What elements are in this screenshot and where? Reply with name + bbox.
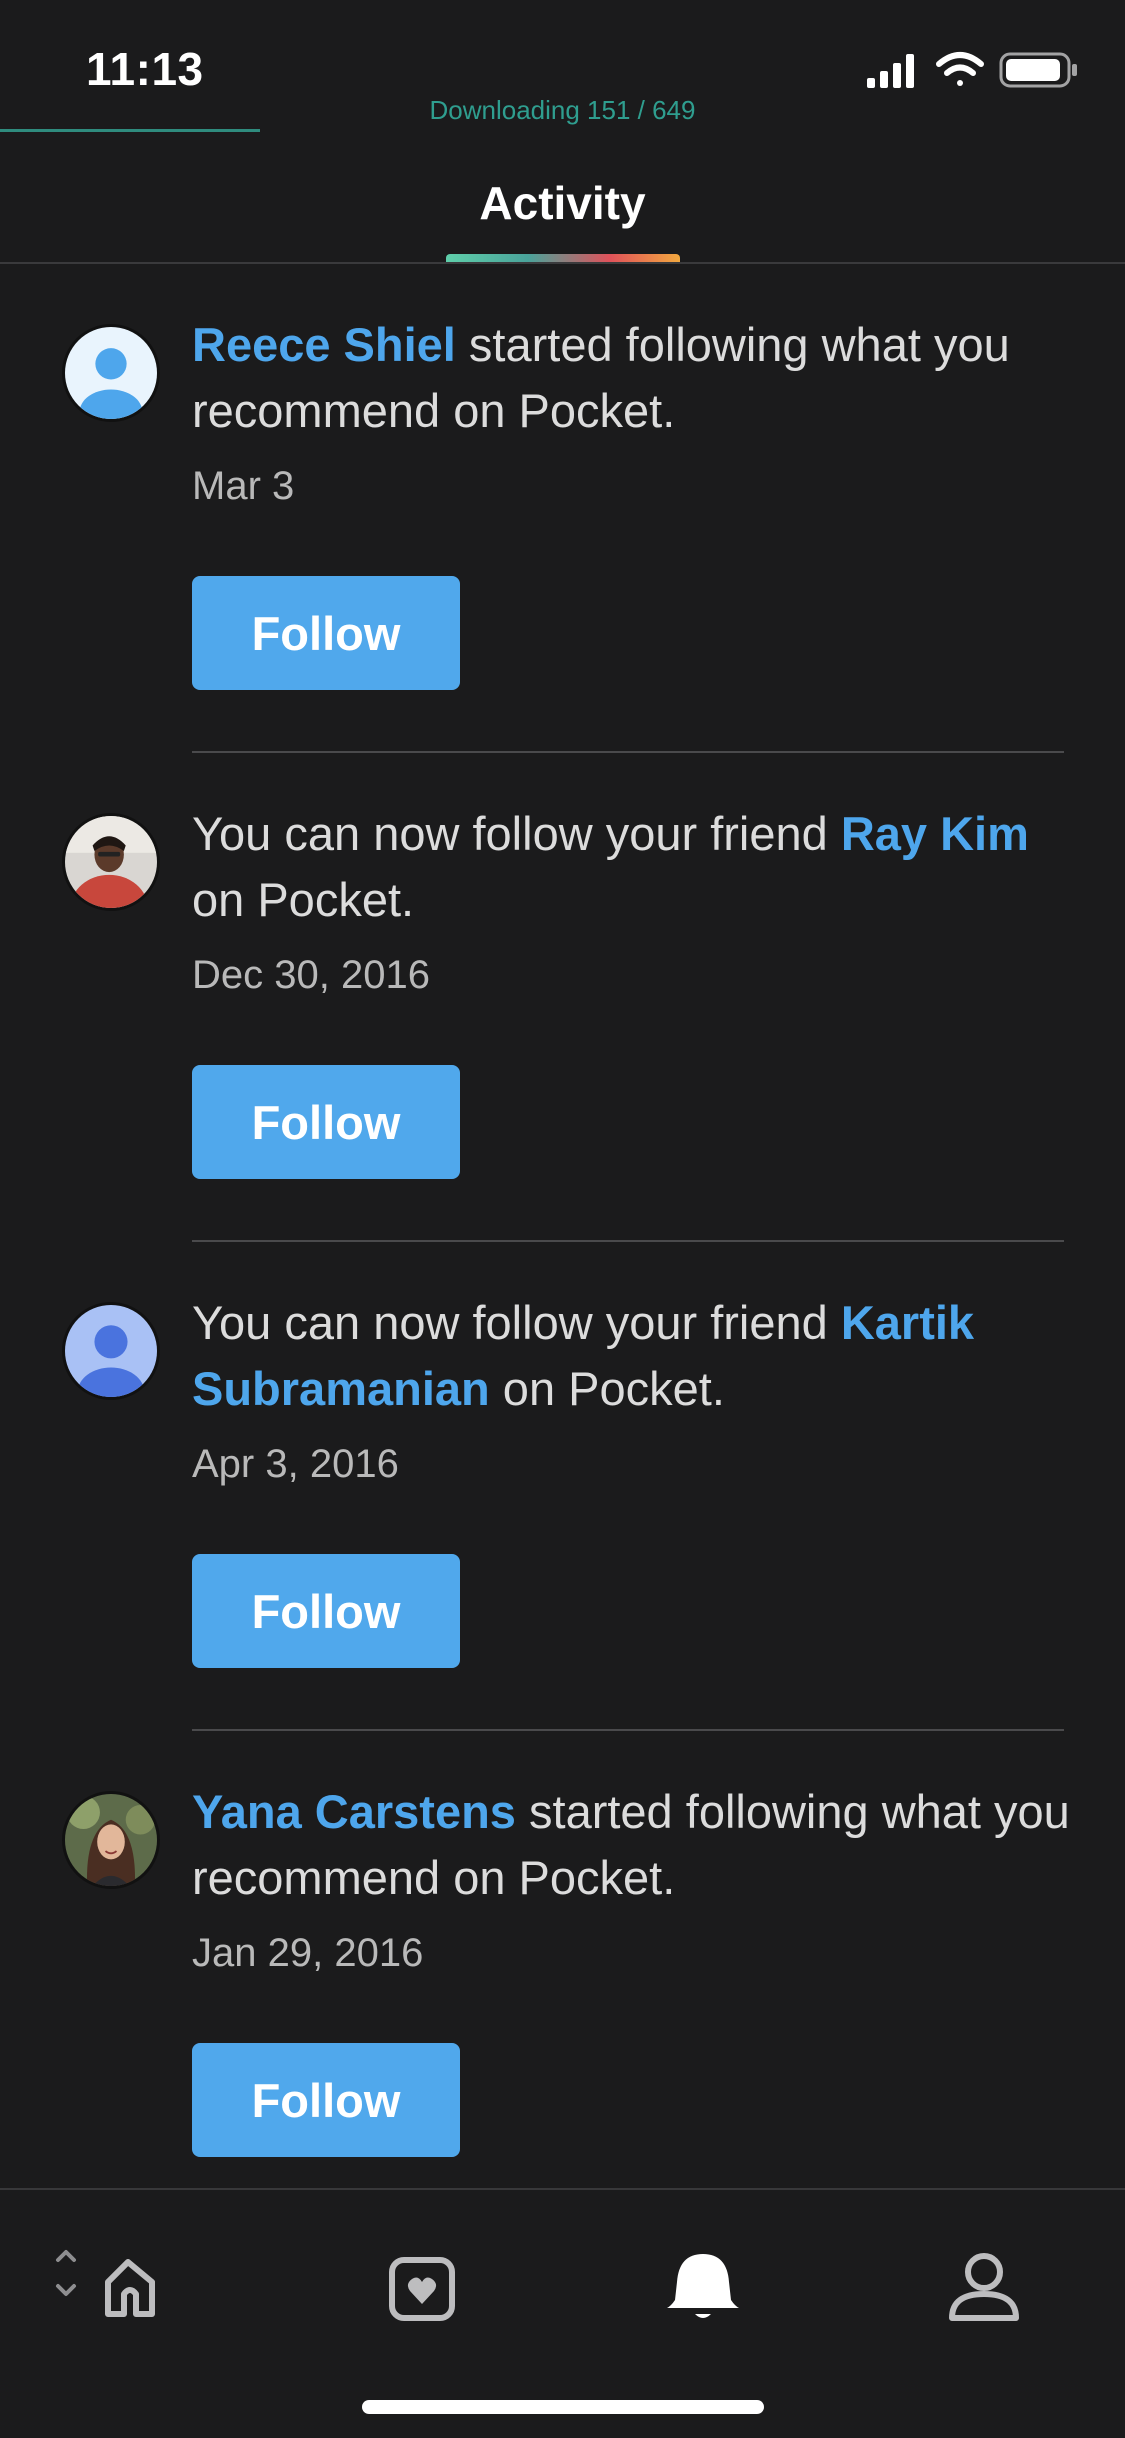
nav-home[interactable] — [50, 2224, 190, 2334]
activity-suffix: on Pocket. — [192, 873, 415, 926]
user-name-link[interactable]: Reece Shiel — [192, 318, 456, 371]
battery-icon — [999, 52, 1077, 88]
status-time: 11:13 — [86, 43, 204, 95]
tab-active-indicator — [446, 254, 680, 262]
activity-suffix: on Pocket. — [489, 1362, 725, 1415]
wifi-icon — [936, 52, 984, 86]
activity-item: You can now follow your friend Kartik Su… — [0, 1242, 1125, 1731]
bottom-nav — [0, 2188, 1125, 2438]
activity-feed[interactable]: Reece Shiel started following what you r… — [0, 264, 1125, 2188]
status-icons — [865, 50, 1081, 90]
activity-text: You can now follow your friend Ray Kim o… — [192, 801, 1072, 933]
user-name-link[interactable]: Yana Carstens — [192, 1785, 516, 1838]
tab-activity[interactable]: Activity — [0, 176, 1125, 230]
profile-icon — [949, 2253, 1019, 2321]
activity-item: You can now follow your friend Ray Kim o… — [0, 753, 1125, 1242]
photo-avatar — [65, 816, 157, 908]
activity-item: Yana Carstens started following what you… — [0, 1731, 1125, 2188]
activity-text: You can now follow your friend Kartik Su… — [192, 1290, 1072, 1422]
download-progress-bar — [0, 129, 260, 132]
activity-date: Dec 30, 2016 — [192, 953, 430, 997]
user-name-link[interactable]: Ray Kim — [841, 807, 1029, 860]
activity-date: Mar 3 — [192, 464, 295, 508]
home-indicator[interactable] — [362, 2400, 764, 2414]
tab-header: Activity — [0, 140, 1125, 264]
status-bar: 11:13 Downloading 151 / 649 — [0, 0, 1125, 140]
activity-text: Yana Carstens started following what you… — [192, 1779, 1072, 1911]
follow-button[interactable]: Follow — [192, 2043, 460, 2157]
download-status: Downloading 151 / 649 — [429, 95, 696, 125]
avatar[interactable] — [62, 324, 160, 422]
activity-prefix: You can now follow your friend — [192, 807, 841, 860]
avatar[interactable] — [62, 1791, 160, 1889]
photo-avatar — [65, 1794, 157, 1886]
activity-item: Reece Shiel started following what you r… — [0, 264, 1125, 753]
home-icon — [56, 2250, 155, 2317]
status-icons-svg — [867, 52, 1077, 88]
saves-icon — [389, 2257, 455, 2321]
default-avatar-icon — [65, 327, 157, 419]
follow-button[interactable]: Follow — [192, 576, 460, 690]
activity-date: Apr 3, 2016 — [192, 1442, 399, 1486]
default-avatar-icon — [65, 1305, 157, 1397]
avatar[interactable] — [62, 1302, 160, 1400]
nav-activity[interactable] — [643, 2224, 763, 2334]
bell-icon — [667, 2254, 739, 2318]
nav-profile[interactable] — [924, 2224, 1044, 2334]
activity-prefix: You can now follow your friend — [192, 1296, 841, 1349]
avatar[interactable] — [62, 813, 160, 911]
follow-button[interactable]: Follow — [192, 1065, 460, 1179]
activity-date: Jan 29, 2016 — [192, 1931, 424, 1975]
activity-text: Reece Shiel started following what you r… — [192, 312, 1072, 444]
nav-saves[interactable] — [362, 2224, 482, 2334]
follow-button[interactable]: Follow — [192, 1554, 460, 1668]
signal-icon — [867, 54, 914, 88]
